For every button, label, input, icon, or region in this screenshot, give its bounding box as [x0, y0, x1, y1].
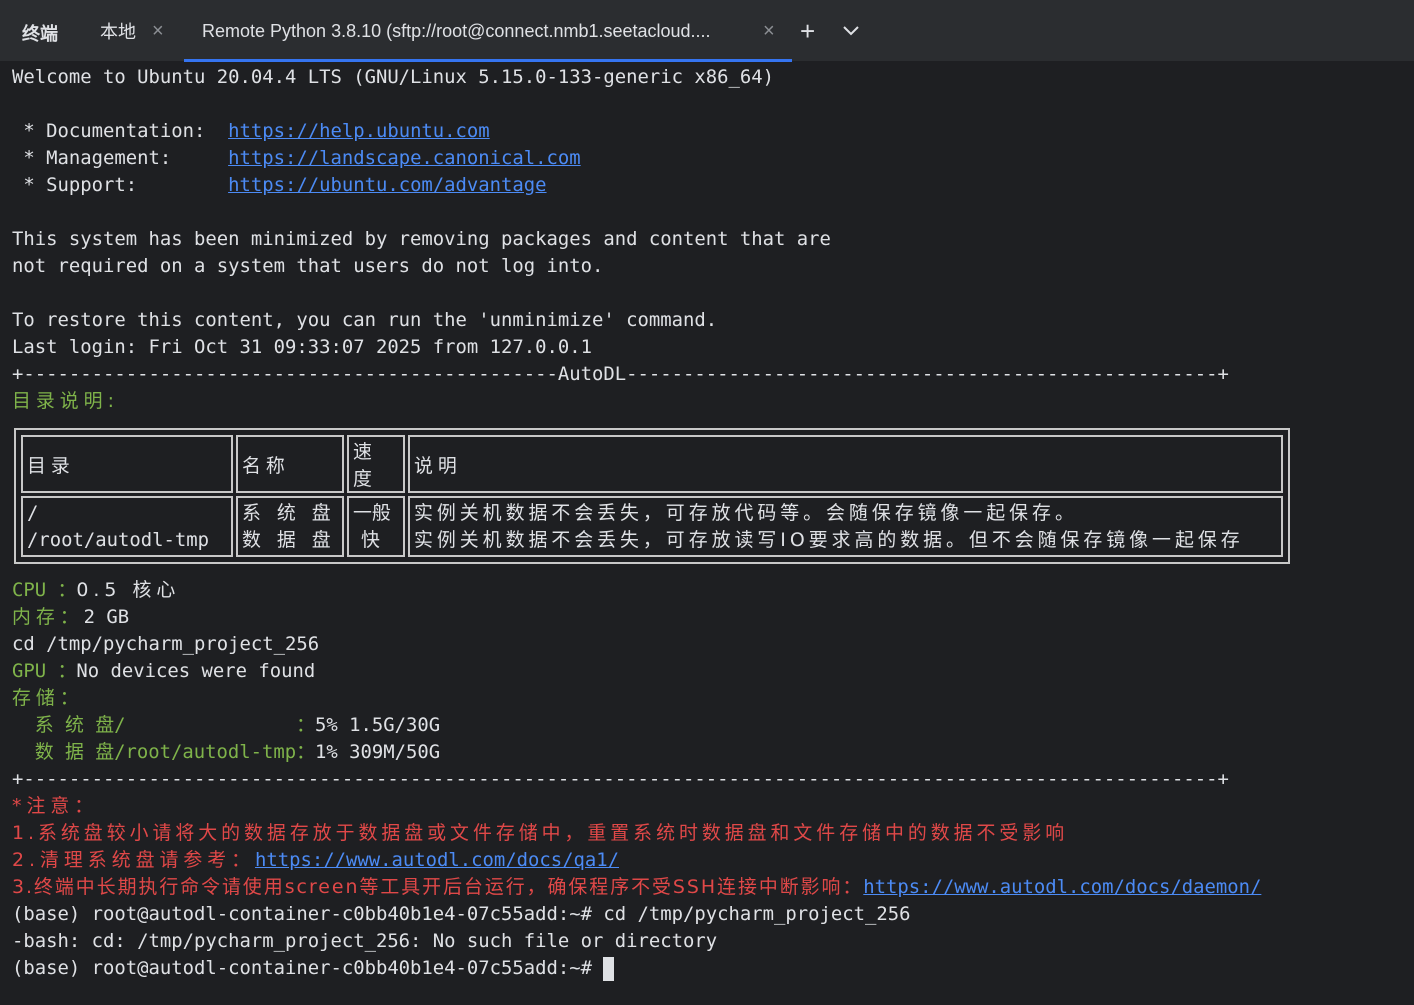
table-header-dir: 目录: [21, 435, 233, 493]
gpu-label: GPU ：: [12, 660, 77, 682]
system-disk-value: 5% 1.5G/30G: [315, 714, 441, 736]
docs-label: * Documentation:: [12, 120, 229, 142]
dir-system: /: [27, 501, 39, 524]
close-icon[interactable]: ×: [763, 20, 775, 43]
close-icon[interactable]: ×: [152, 20, 164, 43]
support-link[interactable]: https://ubuntu.com/advantage: [228, 174, 546, 196]
note-title: *注意：: [12, 795, 99, 817]
memory-value: 2 GB: [83, 606, 130, 628]
directory-table: 目录 名称 速度 说明 / /root/autodl-tmp 系 统 盘 数 据…: [14, 428, 1290, 564]
name-system: 系 统 盘: [242, 501, 336, 524]
name-data: 数 据 盘: [242, 528, 336, 551]
last-login-line: Last login: Fri Oct 31 09:33:07 2025 fro…: [12, 336, 593, 358]
restore-line: To restore this content, you can run the…: [12, 309, 718, 331]
table-header-name: 名称: [236, 435, 344, 493]
note-3-link[interactable]: https://www.autodl.com/docs/daemon/: [863, 876, 1261, 898]
tab-remote-python[interactable]: Remote Python 3.8.10 (sftp://root@connec…: [184, 0, 792, 62]
gpu-value: No devices were found: [76, 660, 316, 682]
desc-data: 实例关机数据不会丢失，可存放读写IO要求高的数据。但不会随保存镜像一起保存: [414, 528, 1244, 551]
note-1: 1.系统盘较小请将大的数据存放于数据盘或文件存储中，重置系统时数据盘和文件存储中…: [12, 822, 1069, 844]
data-disk-value: 1% 309M/50G: [315, 741, 441, 763]
terminal-cursor: [603, 956, 615, 981]
error-line: -bash: cd: /tmp/pycharm_project_256: No …: [12, 930, 718, 952]
minimized-line-1: This system has been minimized by removi…: [12, 228, 831, 250]
cpu-label: CPU ：: [12, 579, 77, 601]
note-3-text: 3.终端中长期执行命令请使用screen等工具开后台运行，确保程序不受SSH连接…: [12, 876, 864, 898]
management-link[interactable]: https://landscape.canonical.com: [228, 147, 581, 169]
table-cell-desc: 实例关机数据不会丢失，可存放代码等。会随保存镜像一起保存。 实例关机数据不会丢失…: [408, 496, 1283, 557]
speed-data: 快: [361, 528, 380, 551]
chevron-down-icon[interactable]: [842, 24, 860, 43]
docs-link[interactable]: https://help.ubuntu.com: [228, 120, 490, 142]
welcome-line: Welcome to Ubuntu 20.04.4 LTS (GNU/Linux…: [12, 66, 774, 88]
tab-label: 本地: [100, 22, 136, 42]
dir-data: /root/autodl-tmp: [27, 528, 209, 551]
support-label: * Support:: [12, 174, 229, 196]
note-2-text: 2.清理系统盘请参考：: [12, 849, 256, 871]
minimized-line-2: not required on a system that users do n…: [12, 255, 604, 277]
tab-label: Remote Python 3.8.10 (sftp://root@connec…: [202, 20, 711, 41]
storage-label: 存储：: [12, 687, 84, 709]
autodl-separator-top: +---------------------------------------…: [12, 363, 1229, 385]
memory-label: 内存：: [12, 606, 84, 628]
new-tab-button[interactable]: +: [800, 18, 815, 44]
tool-window-title: 终端: [22, 24, 58, 44]
dir-title: 目录说明:: [12, 390, 119, 412]
table-cell-speed: 一般 快: [347, 496, 405, 557]
desc-system: 实例关机数据不会丢失，可存放代码等。会随保存镜像一起保存。: [414, 501, 1078, 524]
table-cell-name: 系 统 盘 数 据 盘: [236, 496, 344, 557]
speed-system: 一般: [353, 501, 391, 524]
system-disk-label: 系 统 盘/ ：: [12, 714, 316, 736]
prompt-line-2: (base) root@autodl-container-c0bb40b1e4-…: [12, 957, 604, 979]
prompt-line-1: (base) root@autodl-container-c0bb40b1e4-…: [12, 903, 911, 925]
data-disk-label: 数 据 盘/root/autodl-tmp：: [12, 741, 316, 763]
management-label: * Management:: [12, 147, 229, 169]
autodl-separator-bottom: +---------------------------------------…: [12, 768, 1229, 790]
table-header-speed: 速度: [347, 435, 405, 493]
table-header-desc: 说明: [408, 435, 1283, 493]
tab-local[interactable]: 本地 ×: [100, 0, 164, 62]
note-2-link[interactable]: https://www.autodl.com/docs/qa1/: [255, 849, 619, 871]
tool-window-header: 终端 本地 × Remote Python 3.8.10 (sftp://roo…: [0, 0, 1414, 62]
cd-command-line: cd /tmp/pycharm_project_256: [12, 633, 320, 655]
cpu-value: 0.5 核心: [76, 579, 181, 601]
table-cell-dir: / /root/autodl-tmp: [21, 496, 233, 557]
